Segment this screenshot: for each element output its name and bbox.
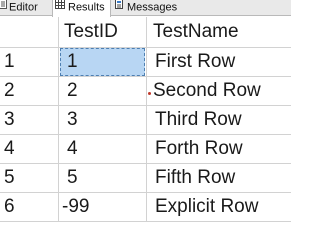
column-header-testid[interactable]: TestID <box>64 18 118 46</box>
grid-hline <box>0 163 291 164</box>
cell-testid[interactable]: 2 <box>67 77 78 105</box>
row-number[interactable]: 6 <box>4 193 15 221</box>
result-tabs: Editor Results Messages <box>0 0 291 17</box>
cell-testid[interactable]: 3 <box>67 106 78 134</box>
cell-testname[interactable]: Second Row <box>153 77 261 105</box>
row-number[interactable]: 1 <box>4 48 15 76</box>
cell-testname[interactable]: Explicit Row <box>155 193 258 221</box>
grid-hline <box>0 221 291 222</box>
cell-testid-selected[interactable]: 1 <box>60 48 145 76</box>
messages-icon <box>114 0 124 14</box>
cell-testname[interactable]: First Row <box>155 48 235 76</box>
editor-icon <box>0 0 7 14</box>
grid-icon <box>55 0 65 14</box>
grid-hline <box>0 105 291 106</box>
column-header-testname[interactable]: TestName <box>153 18 239 46</box>
tab-results-label: Results <box>68 1 105 14</box>
grid-hline <box>0 47 291 48</box>
cell-testname[interactable]: Third Row <box>155 106 242 134</box>
row-number[interactable]: 5 <box>4 164 15 192</box>
tab-editor-label: Editor <box>9 1 38 14</box>
cell-testname[interactable]: Fifth Row <box>155 164 235 192</box>
tab-messages[interactable]: Messages <box>114 0 192 16</box>
row-number[interactable]: 2 <box>4 77 15 105</box>
cell-testid[interactable]: -99 <box>62 193 89 221</box>
tab-editor[interactable]: Editor <box>0 0 44 16</box>
grid-hline <box>0 134 291 135</box>
cell-testid[interactable]: 5 <box>67 164 78 192</box>
results-pane: Editor Results Messages TestID TestName … <box>0 0 291 222</box>
row-number[interactable]: 4 <box>4 135 15 163</box>
cell-testid[interactable]: 4 <box>67 135 78 163</box>
cursor-marker <box>148 92 151 95</box>
cell-testname[interactable]: Forth Row <box>155 135 243 163</box>
tab-messages-label: Messages <box>127 1 178 14</box>
tab-results[interactable]: Results <box>52 0 111 17</box>
row-number[interactable]: 3 <box>4 106 15 134</box>
results-grid[interactable]: TestID TestName 1 1 First Row 2 2 Second… <box>0 17 291 222</box>
